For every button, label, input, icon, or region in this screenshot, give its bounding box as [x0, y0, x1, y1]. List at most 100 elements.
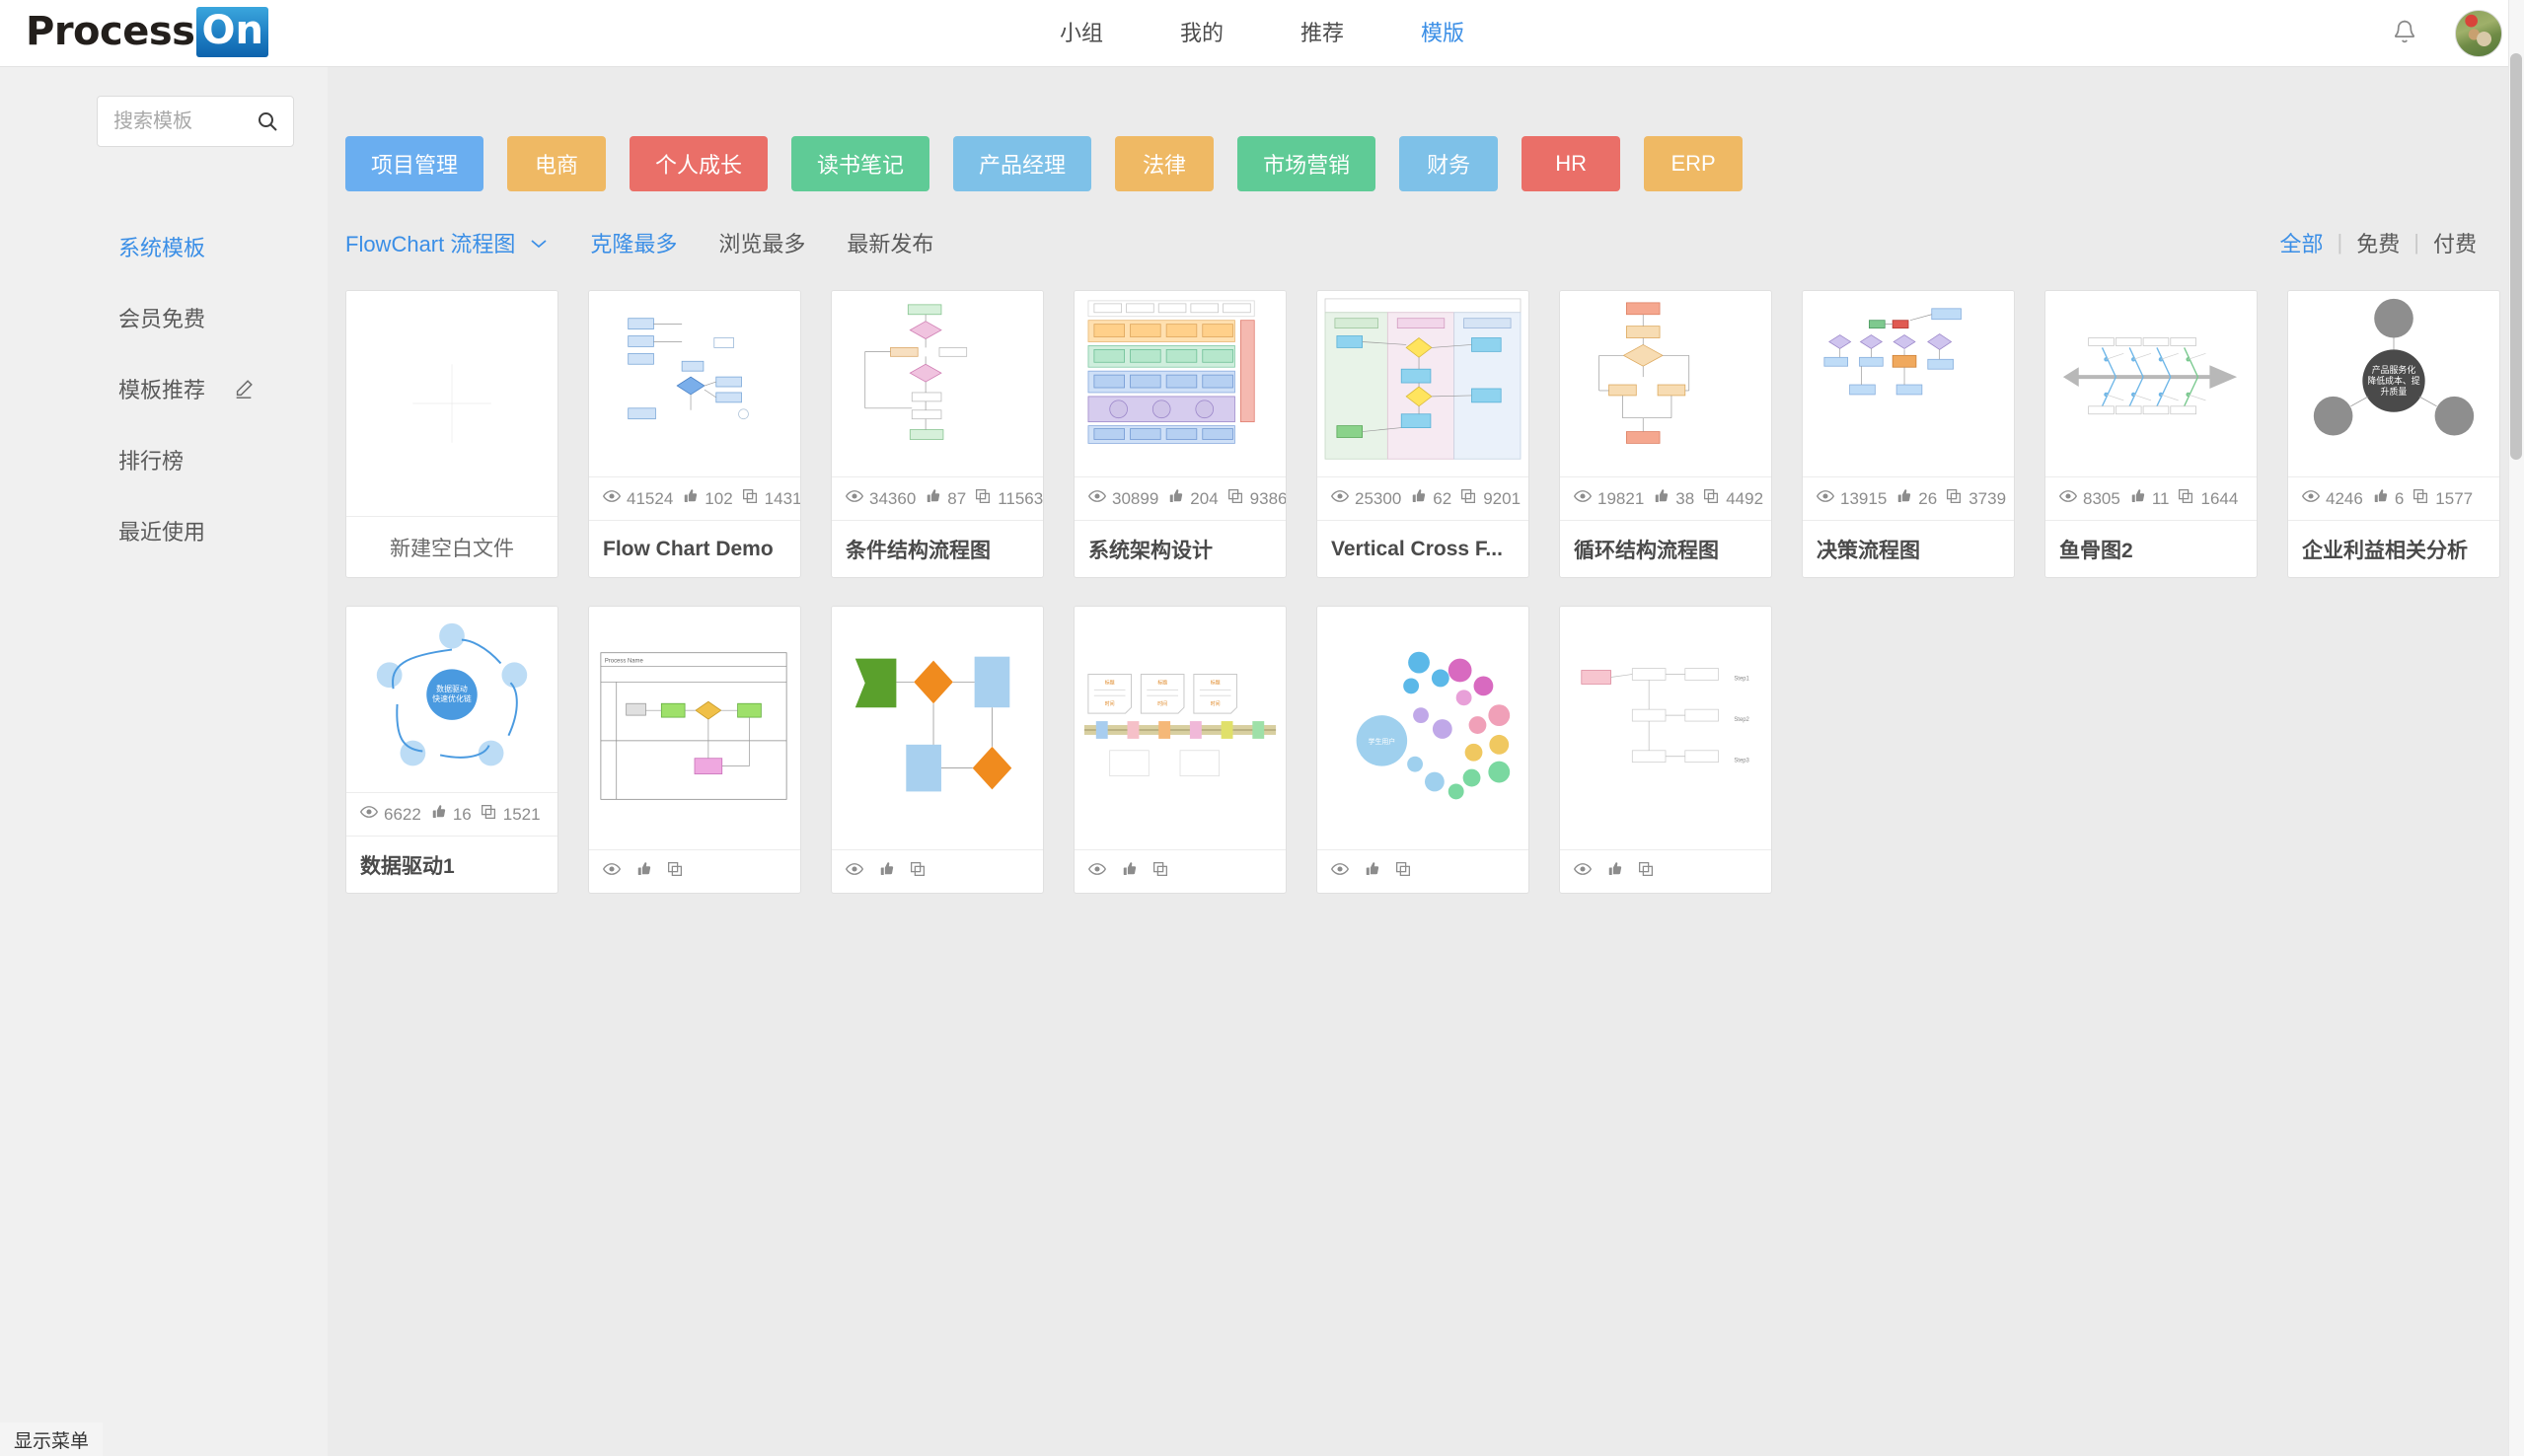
template-card[interactable]: 标题 时间 标题 时间 标题 时间: [1074, 606, 1287, 894]
top-navigation: 小组 我的 推荐 模版: [0, 0, 2524, 67]
category-chip[interactable]: 个人成长: [630, 136, 769, 191]
template-title: 新建空白文件: [346, 516, 557, 577]
search-input[interactable]: [113, 109, 252, 133]
filter-paid[interactable]: 付费: [2433, 227, 2477, 258]
nav-item-group[interactable]: 小组: [1060, 23, 1103, 44]
likes-count: 26: [1918, 488, 1938, 508]
sort-most-cloned[interactable]: 克隆最多: [590, 227, 677, 258]
pencil-icon[interactable]: [233, 378, 255, 400]
svg-text:标题: 标题: [1211, 679, 1221, 686]
category-chip[interactable]: 读书笔记: [791, 136, 930, 191]
views-stat: 13915: [1817, 487, 1887, 510]
views-count: 34360: [869, 488, 917, 508]
thumbs-up-icon: [681, 487, 699, 510]
template-thumbnail: [346, 291, 557, 516]
template-card[interactable]: 41524 102 14312 Flow Chart Demo: [588, 290, 801, 578]
search-box[interactable]: [97, 96, 294, 147]
eye-icon: [603, 860, 621, 883]
views-stat: [603, 860, 627, 883]
views-stat: 34360: [846, 487, 916, 510]
template-stats: 41524 102 14312: [589, 476, 800, 520]
nav-item-mine[interactable]: 我的: [1180, 23, 1224, 44]
nav-item-templates[interactable]: 模版: [1421, 23, 1464, 44]
new-blank-file-card[interactable]: 新建空白文件: [345, 290, 558, 578]
clones-stat: [909, 860, 932, 883]
page-scrollbar-thumb[interactable]: [2510, 53, 2522, 460]
copy-icon: [666, 860, 684, 883]
filter-all[interactable]: 全部: [2280, 227, 2324, 258]
sidebar: 系统模板 会员免费 模板推荐 排行榜 最近使用: [0, 67, 328, 1456]
sidebar-item-system-templates[interactable]: 系统模板: [118, 225, 316, 268]
template-card[interactable]: 数据驱动 快速优化链 6622 16 1521 数据驱动1: [345, 606, 558, 894]
template-card[interactable]: Process Name: [588, 606, 801, 894]
views-stat: 19821: [1574, 487, 1644, 510]
template-card[interactable]: 34360 87 11563 条件结构流程图: [831, 290, 1044, 578]
template-title: Vertical Cross F...: [1317, 520, 1528, 577]
template-card[interactable]: [831, 606, 1044, 894]
page-scrollbar-track[interactable]: [2508, 0, 2524, 1456]
sidebar-item-ranking[interactable]: 排行榜: [118, 438, 316, 481]
template-card[interactable]: Step1 Step2 Step3: [1559, 606, 1772, 894]
likes-stat: 6: [2371, 487, 2404, 510]
copy-icon: [1637, 860, 1655, 883]
sort-most-viewed[interactable]: 浏览最多: [718, 227, 805, 258]
svg-text:Step2: Step2: [1734, 717, 1749, 723]
category-chip[interactable]: 法律: [1115, 136, 1215, 191]
clones-stat: 14312: [741, 487, 801, 510]
template-card[interactable]: 25300 62 9201 Vertical Cross F...: [1316, 290, 1529, 578]
category-dropdown[interactable]: FlowChart 流程图: [345, 227, 549, 258]
template-card[interactable]: 19821 38 4492 循环结构流程图: [1559, 290, 1772, 578]
eye-icon: [360, 803, 378, 826]
template-stats: 25300 62 9201: [1317, 476, 1528, 520]
views-stat: 6622: [360, 803, 421, 826]
status-bar-text: 显示菜单: [14, 1430, 90, 1452]
category-chip[interactable]: 产品经理: [953, 136, 1092, 191]
clones-count: 1577: [2435, 488, 2474, 508]
views-count: 30899: [1112, 488, 1159, 508]
category-chip[interactable]: 财务: [1399, 136, 1499, 191]
template-card[interactable]: 产品服务化 降低成本、提 升质量 4246 6 1577 企业利益相关分析: [2287, 290, 2500, 578]
search-icon[interactable]: [256, 109, 279, 133]
user-avatar[interactable]: [2455, 10, 2502, 57]
eye-icon: [1088, 860, 1106, 883]
views-stat: 41524: [603, 487, 673, 510]
sort-newest[interactable]: 最新发布: [847, 227, 933, 258]
header-actions: [2390, 0, 2502, 67]
thumbs-up-icon: [2128, 487, 2146, 510]
template-card[interactable]: 学生用户: [1316, 606, 1529, 894]
sidebar-item-recent[interactable]: 最近使用: [118, 509, 316, 552]
category-chip[interactable]: 项目管理: [345, 136, 484, 191]
template-thumbnail: [832, 291, 1043, 477]
template-card[interactable]: 13915 26 3739 决策流程图: [1802, 290, 2015, 578]
sidebar-label: 最近使用: [118, 520, 206, 545]
template-title: 鱼骨图2: [2045, 520, 2257, 577]
likes-stat: 204: [1166, 487, 1219, 510]
nav-item-recommend[interactable]: 推荐: [1300, 23, 1344, 44]
category-chip[interactable]: ERP: [1644, 136, 1744, 191]
clones-count: 14312: [764, 488, 801, 508]
sidebar-label: 会员免费: [118, 307, 206, 331]
template-card[interactable]: 30899 204 9386 系统架构设计: [1074, 290, 1287, 578]
clones-stat: 11563: [974, 487, 1043, 510]
svg-text:时间: 时间: [1105, 700, 1115, 707]
clones-count: 9201: [1483, 488, 1522, 508]
thumbs-up-icon: [1363, 860, 1380, 883]
template-thumbnail: [1803, 291, 2014, 477]
category-chip[interactable]: 市场营销: [1237, 136, 1376, 191]
category-chip[interactable]: HR: [1522, 136, 1621, 191]
filter-free[interactable]: 免费: [2356, 227, 2400, 258]
template-card[interactable]: 8305 11 1644 鱼骨图2: [2044, 290, 2258, 578]
template-thumbnail: [589, 291, 800, 477]
sidebar-item-template-recommend[interactable]: 模板推荐: [118, 367, 316, 410]
svg-text:标题: 标题: [1105, 679, 1115, 686]
views-count: 19821: [1597, 488, 1645, 508]
clones-stat: [1637, 860, 1661, 883]
template-stats: 4246 6 1577: [2288, 476, 2499, 520]
views-stat: [846, 860, 869, 883]
template-title: Flow Chart Demo: [589, 520, 800, 577]
template-stats: [832, 849, 1043, 893]
sidebar-item-member-free[interactable]: 会员免费: [118, 296, 316, 339]
bell-icon[interactable]: [2390, 18, 2419, 49]
category-chip[interactable]: 电商: [507, 136, 607, 191]
copy-icon: [1151, 860, 1169, 883]
